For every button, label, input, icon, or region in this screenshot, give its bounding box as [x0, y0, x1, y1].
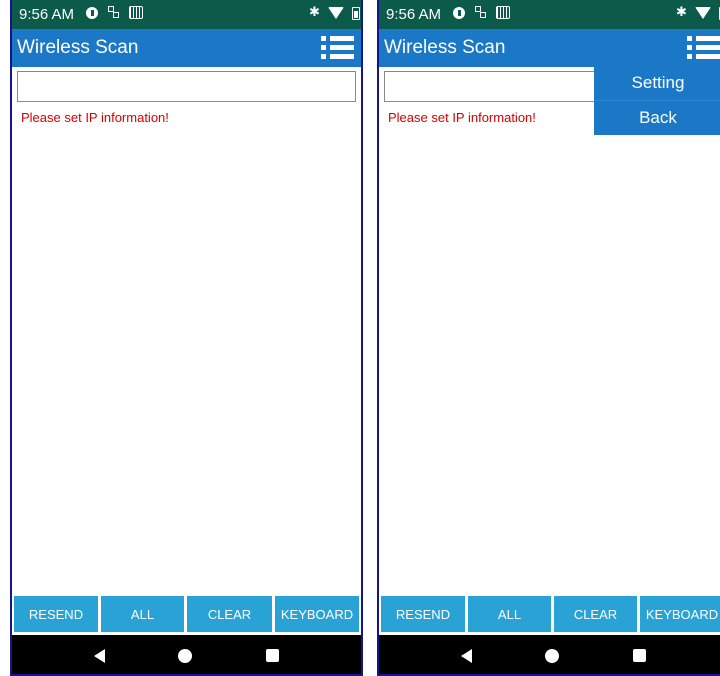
back-triangle-icon[interactable] [461, 649, 472, 663]
resend-button[interactable]: RESEND [381, 596, 465, 632]
wifi-icon [694, 7, 711, 19]
phone-screen-menu-open: 9:56 AM ✱ Wireless Scan Please set IP in… [377, 0, 720, 676]
phone-screen-default: 9:56 AM ✱ Wireless Scan Please set IP in… [10, 0, 363, 676]
app-bar: Wireless Scan [379, 29, 720, 67]
keyboard-button[interactable]: KEYBOARD [275, 596, 359, 632]
status-icons-left [453, 6, 510, 19]
home-circle-icon[interactable] [545, 649, 559, 663]
menu-item-setting[interactable]: Setting [594, 66, 720, 100]
scan-input[interactable] [17, 71, 356, 102]
status-icons-right: ✱ [309, 6, 360, 20]
keyboard-button[interactable]: KEYBOARD [640, 596, 720, 632]
recents-square-icon[interactable] [633, 649, 646, 662]
app-title: Wireless Scan [17, 37, 139, 58]
status-bar: 9:56 AM ✱ [12, 0, 361, 29]
action-button-row: RESEND ALL CLEAR KEYBOARD [14, 596, 359, 632]
barcode-icon [129, 6, 143, 19]
recents-square-icon[interactable] [266, 649, 279, 662]
clear-button[interactable]: CLEAR [187, 596, 272, 632]
menu-icon[interactable] [321, 35, 355, 61]
ip-warning-message: Please set IP information! [21, 110, 169, 125]
battery-icon [351, 6, 360, 20]
barcode-icon [496, 6, 510, 19]
status-icons-right: ✱ [676, 6, 720, 20]
menu-item-back[interactable]: Back [594, 100, 720, 135]
navigation-bar [379, 635, 720, 674]
app-title: Wireless Scan [384, 37, 506, 58]
bluetooth-icon: ✱ [309, 5, 320, 20]
network-icon [107, 6, 120, 19]
status-time: 9:56 AM [386, 6, 442, 23]
shield-icon [86, 6, 98, 19]
wifi-icon [327, 7, 344, 19]
status-icons-left [86, 6, 143, 19]
back-triangle-icon[interactable] [94, 649, 105, 663]
home-circle-icon[interactable] [178, 649, 192, 663]
status-bar: 9:56 AM ✱ [379, 0, 720, 29]
overflow-menu: Setting Back [594, 66, 720, 135]
navigation-bar [12, 635, 361, 674]
resend-button[interactable]: RESEND [14, 596, 98, 632]
menu-icon[interactable] [687, 35, 720, 61]
clear-button[interactable]: CLEAR [554, 596, 637, 632]
ip-warning-message: Please set IP information! [388, 110, 536, 125]
action-button-row: RESEND ALL CLEAR KEYBOARD [381, 596, 720, 632]
all-button[interactable]: ALL [101, 596, 184, 632]
bluetooth-icon: ✱ [676, 5, 687, 20]
app-bar: Wireless Scan [12, 29, 361, 67]
shield-icon [453, 6, 465, 19]
network-icon [474, 6, 487, 19]
status-time: 9:56 AM [19, 6, 75, 23]
all-button[interactable]: ALL [468, 596, 551, 632]
